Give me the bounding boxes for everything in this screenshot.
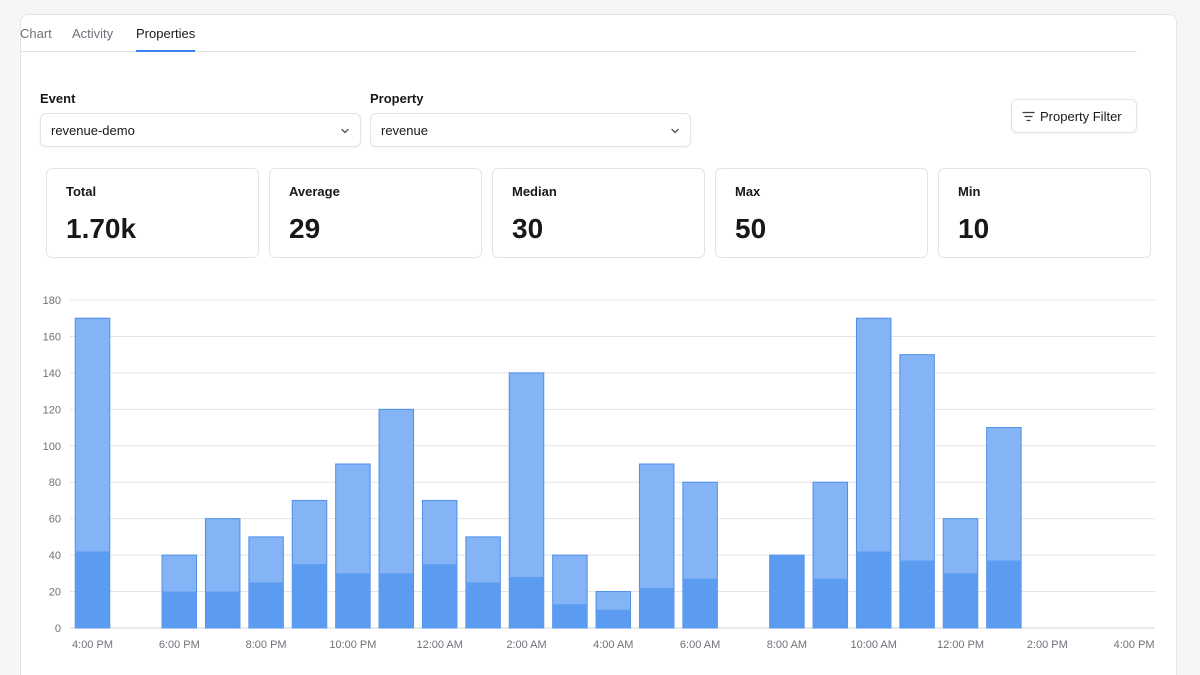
- bar-segment[interactable]: [639, 587, 674, 628]
- x-tick-label: 6:00 PM: [159, 639, 200, 651]
- bar-segment[interactable]: [248, 582, 284, 628]
- y-tick-label: 40: [49, 550, 61, 562]
- bar-segment[interactable]: [986, 560, 1022, 628]
- y-tick-label: 100: [43, 441, 61, 453]
- bar-segment[interactable]: [596, 609, 631, 628]
- x-tick-label: 4:00 PM: [72, 639, 113, 651]
- x-tick-label: 8:00 PM: [246, 639, 287, 651]
- bar-segment[interactable]: [682, 578, 718, 628]
- bar-segment[interactable]: [552, 604, 588, 628]
- x-tick-label: 10:00 AM: [850, 639, 896, 651]
- bar-segment[interactable]: [75, 551, 110, 628]
- y-tick-label: 180: [43, 295, 61, 307]
- bar-segment[interactable]: [422, 564, 457, 628]
- bar-segment[interactable]: [899, 560, 935, 628]
- y-tick-label: 120: [43, 404, 61, 416]
- y-tick-label: 20: [49, 587, 61, 599]
- x-tick-label: 2:00 PM: [1027, 639, 1068, 651]
- bar-segment[interactable]: [509, 576, 544, 628]
- y-tick-label: 140: [43, 368, 61, 380]
- revenue-bar-chart: 0 20 40 60 80 100 120 140 160 180 4:00 PM 6:00 PM 8:…: [43, 295, 1155, 651]
- x-tick-label: 6:00 AM: [680, 639, 720, 651]
- bar-segment[interactable]: [856, 551, 891, 628]
- bar-segment[interactable]: [465, 582, 501, 628]
- y-tick-label: 0: [55, 623, 61, 635]
- bar-segment[interactable]: [379, 573, 414, 628]
- y-tick-label: 160: [43, 331, 61, 343]
- x-tick-label: 4:00 PM: [1114, 639, 1155, 651]
- x-tick-label: 8:00 AM: [767, 639, 807, 651]
- bar-segment[interactable]: [769, 555, 805, 628]
- bar-segment[interactable]: [813, 578, 848, 628]
- x-tick-label: 10:00 PM: [329, 639, 376, 651]
- x-tick-label: 12:00 PM: [937, 639, 984, 651]
- x-tick-label: 4:00 AM: [593, 639, 633, 651]
- bar-segment[interactable]: [205, 591, 240, 628]
- bar-segment[interactable]: [162, 591, 197, 628]
- x-tick-label: 12:00 AM: [416, 639, 462, 651]
- bar-segment[interactable]: [943, 573, 978, 628]
- x-tick-label: 2:00 AM: [506, 639, 546, 651]
- y-tick-label: 80: [49, 477, 61, 489]
- bar-segment[interactable]: [292, 564, 327, 628]
- y-tick-label: 60: [49, 514, 61, 526]
- bar-segment[interactable]: [335, 573, 371, 628]
